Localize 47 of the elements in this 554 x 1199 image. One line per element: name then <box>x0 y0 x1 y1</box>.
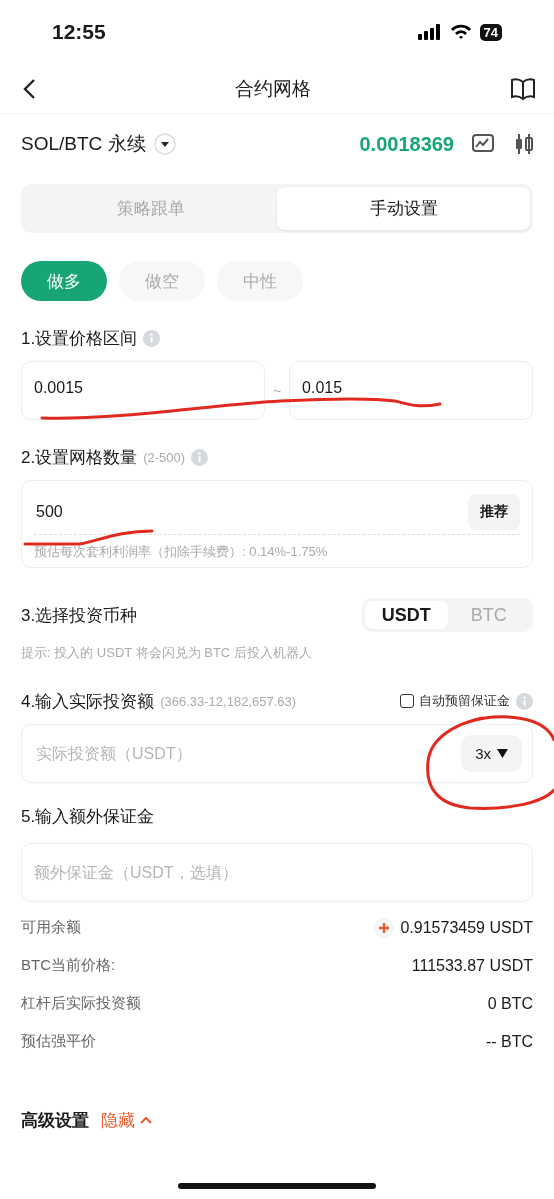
battery-level: 74 <box>479 23 502 41</box>
summary-label: 可用余额 <box>21 918 81 937</box>
lower-price-field[interactable]: 0.0015 <box>21 361 265 420</box>
range-separator: ~ <box>272 382 282 399</box>
summary-label: BTC当前价格: <box>21 956 116 975</box>
add-button[interactable] <box>374 917 395 938</box>
advanced-settings-label: 高级设置 <box>21 1110 89 1132</box>
summary-label: 杠杆后实际投资额 <box>21 994 141 1013</box>
book-icon[interactable] <box>510 76 536 101</box>
profit-hint: 预估每次套利利润率（扣除手续费）: 0.14%-1.75% <box>34 543 329 561</box>
caret-icon <box>497 749 508 758</box>
summary-value: -- BTC <box>485 1032 533 1051</box>
back-button[interactable] <box>22 77 36 100</box>
investment-field[interactable]: 实际投资额（USDT） 3x <box>21 724 533 783</box>
recommend-button[interactable]: 推荐 <box>468 493 520 530</box>
candlestick-icon[interactable] <box>514 133 534 155</box>
section-label: 5.输入额外保证金 <box>21 805 155 828</box>
upper-price-field[interactable]: 0.015 <box>289 361 533 420</box>
currency-hint: 提示: 投入的 USDT 将会闪兑为 BTC 后投入机器人 <box>21 644 313 662</box>
pair-symbol: SOL/BTC 永续 <box>21 132 146 156</box>
plus-icon <box>378 921 391 934</box>
range-text: (366.33-12,182,657.63) <box>160 693 297 709</box>
extra-margin-field[interactable]: 额外保证金（USDT，选填） <box>21 843 533 902</box>
mode-tab[interactable]: 手动设置 <box>277 187 530 230</box>
section-label: 1.设置价格区间 <box>21 327 138 350</box>
section-label: 4.输入实际投资额 <box>21 690 155 713</box>
summary-value: 0 BTC <box>487 994 533 1013</box>
wifi-icon <box>449 24 472 40</box>
currency-option[interactable]: USDT <box>365 601 448 629</box>
status-time: 12:55 <box>52 20 106 44</box>
signal-icon <box>417 24 442 40</box>
chevron-icon <box>139 1116 153 1125</box>
pair-price: 0.0018369 <box>359 132 454 156</box>
chart-icon[interactable] <box>472 134 494 154</box>
leverage-button[interactable]: 3x <box>461 735 522 772</box>
hide-toggle[interactable]: 隐藏 <box>101 1109 153 1132</box>
grid-count-field[interactable]: 500 <box>34 501 234 522</box>
summary-label: 预估强平价 <box>21 1032 96 1051</box>
summary-value: 0.91573459 USDT <box>400 918 533 937</box>
section-label: 2.设置网格数量 <box>21 446 138 469</box>
summary-value: 111533.87 USDT <box>411 956 533 975</box>
checkbox[interactable] <box>400 694 414 708</box>
section-label: 3.选择投资币种 <box>21 604 138 627</box>
range-text: (2-500) <box>143 449 186 465</box>
dropdown-button[interactable] <box>153 133 176 155</box>
page-title: 合约网格 <box>235 76 311 101</box>
checkbox-label: 自动预留保证金 <box>419 692 510 710</box>
